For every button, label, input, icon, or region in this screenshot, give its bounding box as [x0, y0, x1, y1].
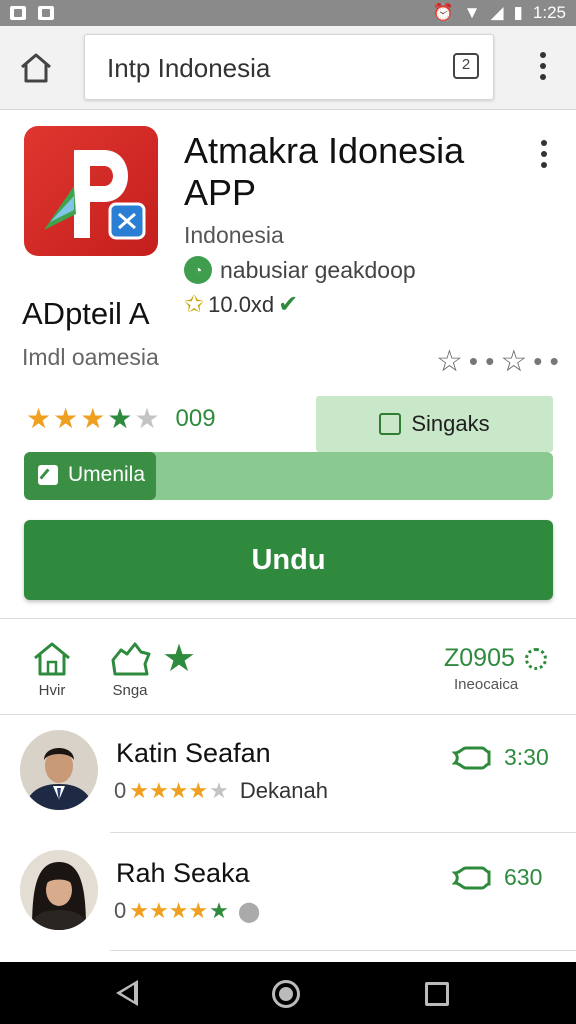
- review-meta: 3:30: [452, 744, 549, 771]
- developer-row[interactable]: ◔ nabusiar geakdoop: [184, 256, 416, 284]
- review-lead: 0: [114, 898, 127, 923]
- stat-home-label: Hvir: [38, 682, 66, 699]
- star-outline-icon: ✩: [184, 291, 205, 318]
- review-tag: Dekanah: [239, 778, 328, 803]
- favorite-star-icon[interactable]: ☆: [436, 344, 463, 379]
- favorite-separator: • •: [468, 346, 495, 376]
- review-star-empty-icon: ★: [209, 778, 229, 803]
- progress-label-group: Umenila: [38, 463, 145, 487]
- favorite-star-icon-2[interactable]: ☆: [500, 344, 527, 379]
- tab-count: 2: [461, 56, 471, 73]
- app-logo: [24, 126, 158, 256]
- tab-switcher-icon[interactable]: 2: [453, 53, 479, 79]
- divider: [0, 714, 576, 715]
- review-star-icons: ★★★★: [129, 778, 209, 803]
- rating-value: 10.0xd: [208, 291, 275, 317]
- divider: [0, 618, 576, 619]
- url-bar[interactable]: Intp Indonesia 2: [84, 34, 494, 100]
- secondary-button[interactable]: Singaks: [316, 396, 553, 452]
- stat-home[interactable]: Hvir: [30, 640, 74, 699]
- app-notification-icon: [38, 6, 54, 20]
- app-title: Atmakra Idonesia APP: [184, 130, 465, 213]
- system-nav-bar: [0, 962, 576, 1024]
- app-more-icon[interactable]: [538, 140, 550, 170]
- review-lead: 0: [114, 778, 127, 803]
- ticket-icon[interactable]: [452, 745, 492, 771]
- divider: [110, 832, 576, 833]
- star-icon: ★: [80, 403, 106, 434]
- status-time: 1:25: [532, 3, 566, 22]
- review-item[interactable]: Rah Seaka 0 ★★★★ ★ ⬤ 630: [0, 836, 576, 946]
- notification-icon: [10, 6, 26, 20]
- home-circle-icon[interactable]: [272, 980, 300, 1008]
- status-bar: ⏰ ▼ ◢ ▮ 1:25: [0, 0, 576, 26]
- wifi-icon: ▼: [463, 3, 481, 22]
- favorite-separator-2: • •: [533, 346, 559, 376]
- review-value: 630: [504, 864, 543, 890]
- browser-menu-icon[interactable]: [535, 52, 551, 84]
- review-meta: 630: [452, 864, 542, 891]
- checkbox-icon: [379, 413, 402, 435]
- section-sublabel: Imdl oamesia: [22, 344, 159, 370]
- rating-stars: ★ ★ ★ ★ ★ 009: [26, 402, 216, 435]
- rating-count: 009: [175, 404, 216, 432]
- location-pin-icon: ⬤: [237, 900, 261, 923]
- stat-share-label: Snga: [112, 682, 148, 699]
- stat-value-group: Z0905: [444, 644, 547, 673]
- ticket-icon[interactable]: [452, 865, 492, 891]
- divider: [110, 950, 576, 951]
- star-icon: ★: [134, 403, 160, 434]
- battery-icon: ▮: [513, 3, 523, 22]
- home-icon[interactable]: [18, 50, 54, 86]
- avatar: [20, 850, 98, 930]
- back-icon[interactable]: [116, 980, 138, 1006]
- star-filled-icon[interactable]: ★: [162, 640, 196, 678]
- install-button[interactable]: Undu: [24, 520, 553, 600]
- review-value: 3:30: [504, 744, 549, 770]
- gear-icon[interactable]: [524, 647, 547, 670]
- rating-summary: ✩ 10.0xd ✔: [184, 290, 298, 319]
- recent-apps-icon[interactable]: [425, 982, 449, 1006]
- review-item[interactable]: Katin Seafan 0 ★★★★ ★ Dekanah 3:30: [0, 716, 576, 826]
- avatar: [20, 730, 98, 810]
- badge-outline-icon: [111, 642, 151, 676]
- review-star-green-icon: ★: [209, 898, 229, 923]
- home-outline-icon: [34, 642, 70, 676]
- reviewer-name: Katin Seafan: [116, 738, 271, 768]
- review-stars: 0 ★★★★ ★ ⬤: [114, 898, 260, 924]
- developer-badge-icon: ◔: [184, 256, 212, 284]
- stat-caption: Ineocaica: [454, 676, 519, 693]
- browser-toolbar: Intp Indonesia 2: [0, 26, 576, 110]
- progress-label: Umenila: [68, 463, 146, 486]
- review-stars: 0 ★★★★ ★ Dekanah: [114, 778, 328, 804]
- stat-share[interactable]: Snga: [106, 640, 154, 699]
- section-label: ADpteil A: [22, 296, 150, 331]
- stat-value: Z0905: [444, 644, 515, 672]
- developer-name: nabusiar geakdoop: [220, 256, 416, 283]
- reviewer-name: Rah Seaka: [116, 858, 250, 888]
- download-progress: Umenila: [24, 452, 553, 500]
- alarm-icon: ⏰: [432, 3, 454, 22]
- star-icon: ★: [107, 403, 133, 434]
- edit-icon: [38, 465, 58, 485]
- verified-check-icon: ✔: [278, 291, 299, 318]
- favorite-row: ☆ • • ☆ • •: [436, 344, 559, 379]
- signal-icon: ◢: [490, 3, 504, 22]
- star-icon: ★: [26, 403, 52, 434]
- url-text: Intp Indonesia: [107, 53, 271, 83]
- review-star-icons: ★★★★: [129, 898, 209, 923]
- star-icon: ★: [53, 403, 79, 434]
- secondary-button-label: Singaks: [411, 411, 490, 436]
- app-subtitle: Indonesia: [184, 222, 284, 248]
